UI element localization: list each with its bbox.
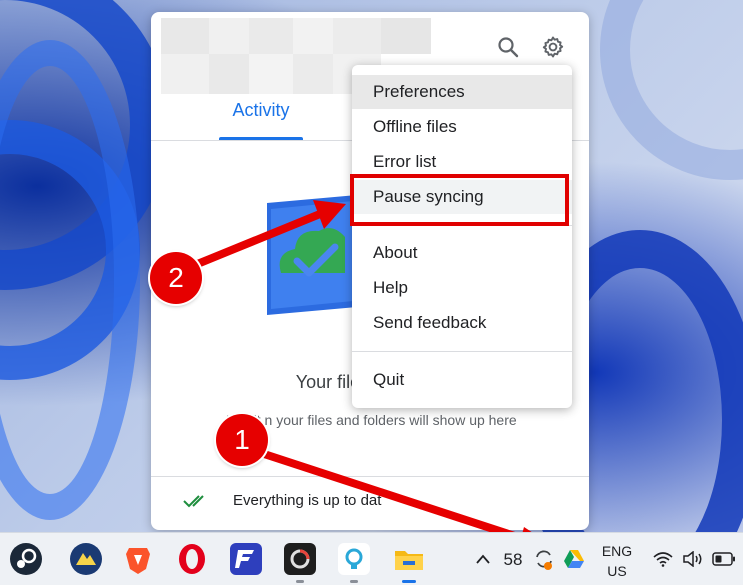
wallpaper-swirl — [600, 0, 743, 180]
app-running-indicator — [350, 580, 358, 583]
menu-item-send-feedback[interactable]: Send feedback — [352, 306, 572, 340]
menu-separator — [352, 351, 572, 352]
mullvad-icon[interactable] — [70, 543, 102, 575]
language-code[interactable]: ENG — [598, 543, 636, 559]
google-drive-icon[interactable] — [563, 549, 585, 569]
chevron-up-icon[interactable] — [475, 553, 491, 565]
footer-divider — [151, 476, 589, 477]
brave-icon[interactable] — [122, 543, 154, 575]
app-running-indicator — [296, 580, 304, 583]
step-1-badge: 1 — [216, 414, 268, 466]
battery-icon[interactable] — [712, 552, 736, 566]
app-icon[interactable] — [284, 543, 316, 575]
step-2-badge: 2 — [150, 252, 202, 304]
toolbox-icon[interactable] — [338, 543, 370, 575]
menu-item-quit[interactable]: Quit — [352, 363, 572, 397]
empty-state-subtitle: Activit n your files and folders will sh… — [223, 412, 517, 428]
language-region[interactable]: US — [598, 563, 636, 579]
double-check-icon — [183, 495, 204, 508]
search-icon[interactable] — [497, 36, 519, 58]
file-explorer-icon[interactable] — [393, 543, 425, 575]
cloud-check-illustration — [267, 195, 357, 315]
tray-count[interactable]: 58 — [500, 550, 526, 570]
app-active-indicator — [402, 580, 416, 583]
steam-icon[interactable] — [10, 543, 42, 575]
taskbar: 58 ENG US — [0, 532, 743, 585]
menu-item-help[interactable]: Help — [352, 271, 572, 305]
gear-icon[interactable] — [541, 35, 565, 59]
menu-item-about[interactable]: About — [352, 236, 572, 270]
pause-syncing-highlight — [350, 174, 569, 226]
settings-menu: Preferences Offline files Error list Pau… — [352, 65, 572, 408]
sync-icon[interactable] — [532, 547, 556, 571]
volume-icon[interactable] — [682, 551, 704, 567]
wifi-icon[interactable] — [653, 551, 673, 567]
sync-status-text: Everything is up to dat — [233, 492, 382, 509]
menu-item-offline-files[interactable]: Offline files — [352, 110, 572, 144]
fastmail-icon[interactable] — [230, 543, 262, 575]
opera-icon[interactable] — [176, 543, 208, 575]
tab-activity[interactable]: Activity — [219, 100, 303, 140]
menu-item-preferences[interactable]: Preferences — [352, 75, 572, 109]
